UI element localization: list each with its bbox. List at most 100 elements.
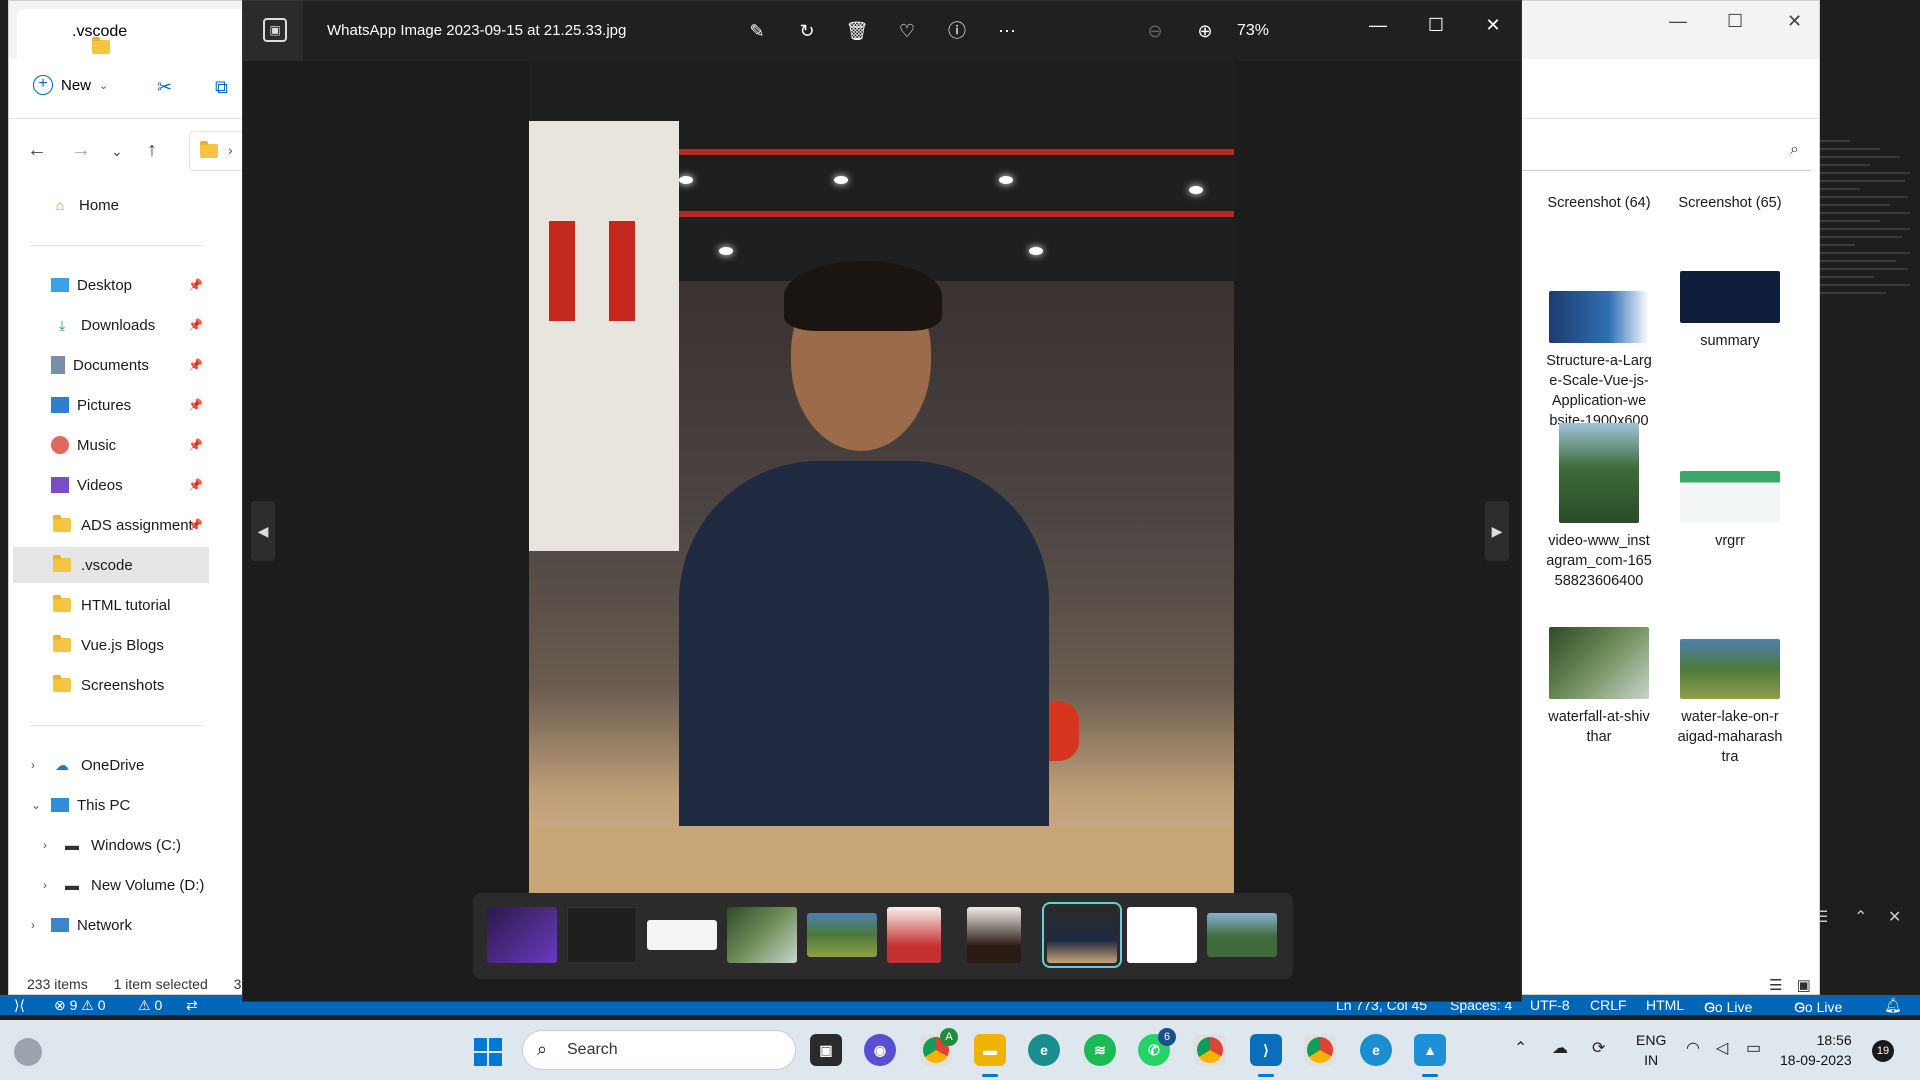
chevron-right-icon[interactable]: › — [43, 838, 47, 852]
photos-icon[interactable]: ▲ — [1414, 1034, 1446, 1066]
pin-icon[interactable]: 📌 — [188, 478, 203, 492]
task-view-icon[interactable]: ▣ — [810, 1034, 842, 1066]
search-input[interactable]: ⌕ — [1521, 131, 1811, 171]
notification-count[interactable]: 19 — [1872, 1040, 1894, 1062]
problems-indicator[interactable]: ⊗ 9 ⚠ 0 — [54, 997, 106, 1014]
sync-icon[interactable]: ⟳ — [1592, 1038, 1605, 1058]
line-ending[interactable]: CRLF — [1590, 997, 1627, 1013]
close-panel-icon[interactable]: ✕ — [1888, 907, 1901, 927]
sidebar-item-home[interactable]: ⌂ Home — [49, 187, 245, 223]
sidebar-item-pictures[interactable]: Pictures 📌 — [13, 387, 209, 423]
sidebar-item-videos[interactable]: Videos 📌 — [13, 467, 209, 503]
sidebar-item-windows-c[interactable]: › ▬ Windows (C:) — [13, 827, 209, 863]
close-icon[interactable]: ✕ — [1478, 15, 1508, 36]
maximize-panel-icon[interactable]: ⌃ — [1854, 907, 1867, 927]
up-icon[interactable]: ↑ — [147, 139, 157, 162]
sidebar-item-ads-assignment[interactable]: ADS assignment 📌 — [13, 507, 209, 543]
filmstrip-thumbnail[interactable] — [487, 907, 557, 963]
delete-icon[interactable]: 🗑︎ — [843, 17, 871, 45]
pin-icon[interactable]: 📌 — [188, 318, 203, 332]
widgets-icon[interactable] — [14, 1038, 42, 1066]
file-item[interactable]: waterfall-at-shiv thar — [1544, 627, 1654, 747]
battery-icon[interactable]: ▭ — [1746, 1038, 1761, 1058]
sidebar-item-screenshots[interactable]: Screenshots — [13, 667, 209, 703]
sidebar-item-documents[interactable]: Documents 📌 — [13, 347, 209, 383]
onedrive-icon[interactable]: ☁ — [1552, 1038, 1568, 1058]
zoom-out-icon[interactable]: ⊖ — [1141, 17, 1169, 45]
rotate-icon[interactable]: ↻ — [793, 17, 821, 45]
pin-icon[interactable]: 📌 — [188, 358, 203, 372]
chevron-up-icon[interactable]: ⌃ — [1514, 1038, 1527, 1058]
filmstrip-thumbnail[interactable] — [727, 907, 797, 963]
previous-image-button[interactable]: ◀ — [251, 501, 275, 561]
file-item[interactable]: Screenshot (64) — [1544, 193, 1654, 213]
filmstrip-thumbnail[interactable] — [887, 907, 941, 963]
edit-image-icon[interactable]: ✎ — [743, 17, 771, 45]
more-options-icon[interactable]: ⋯ — [993, 17, 1021, 45]
sidebar-item-new-volume-d[interactable]: › ▬ New Volume (D:) — [13, 867, 209, 903]
sidebar-item-this-pc[interactable]: ⌄ This PC — [13, 787, 209, 823]
sidebar-item-html-tutorial[interactable]: HTML tutorial — [13, 587, 209, 623]
zoom-level[interactable]: 73% — [1237, 22, 1269, 40]
back-icon[interactable]: ← — [27, 139, 47, 162]
close-icon[interactable]: ✕ — [1787, 11, 1802, 32]
zoom-in-icon[interactable]: ⊕ — [1191, 17, 1219, 45]
new-button[interactable]: + New ⌄ — [33, 75, 108, 95]
pin-icon[interactable]: 📌 — [188, 518, 203, 532]
file-item[interactable]: video-www_inst agram_com-165 58823606400 — [1544, 423, 1654, 591]
sidebar-item-music[interactable]: Music 📌 — [13, 427, 209, 463]
minimize-icon[interactable]: — — [1363, 15, 1393, 36]
sidebar-item-onedrive[interactable]: › ☁ OneDrive — [13, 747, 209, 783]
file-item[interactable]: summary — [1675, 271, 1785, 351]
filmstrip-thumbnail-selected[interactable] — [1042, 902, 1122, 968]
sidebar-item-desktop[interactable]: Desktop 📌 — [13, 267, 209, 303]
sidebar-item-downloads[interactable]: ⤓ Downloads 📌 — [13, 307, 209, 343]
maximize-icon[interactable]: ☐ — [1421, 15, 1451, 36]
address-bar[interactable]: › — [189, 131, 249, 171]
sidebar-item-vscode[interactable]: .vscode — [13, 547, 209, 583]
forward-icon[interactable]: → — [71, 139, 91, 162]
explorer-tab[interactable]: .vscode — [17, 9, 257, 59]
filmstrip-thumbnail[interactable] — [1127, 907, 1197, 963]
favorite-icon[interactable]: ♡ — [893, 17, 921, 45]
filmstrip-thumbnail[interactable] — [567, 907, 637, 963]
pin-icon[interactable]: 📌 — [188, 398, 203, 412]
chevron-right-icon[interactable]: › — [31, 758, 35, 772]
spotify-icon[interactable]: ≋ — [1084, 1034, 1116, 1066]
sidebar-item-vuejs-blogs[interactable]: Vue.js Blogs — [13, 627, 209, 663]
encoding[interactable]: UTF-8 — [1530, 997, 1570, 1013]
clock[interactable]: 18:56 18-09-2023 — [1780, 1030, 1852, 1070]
chevron-right-icon[interactable]: › — [43, 878, 47, 892]
filmstrip-thumbnail[interactable] — [647, 920, 717, 950]
copy-icon[interactable]: ⧉ — [215, 77, 228, 98]
volume-icon[interactable]: ◁ — [1716, 1038, 1728, 1058]
input-language[interactable]: ENG IN — [1636, 1030, 1666, 1070]
remote-icon[interactable]: ⟩⟨ — [14, 997, 25, 1014]
chrome-icon[interactable] — [1194, 1034, 1226, 1066]
pin-icon[interactable]: 📌 — [188, 438, 203, 452]
chrome-alt-profile-icon[interactable] — [1304, 1034, 1336, 1066]
chevron-down-icon[interactable]: ⌄ — [31, 798, 41, 812]
pin-icon[interactable]: 📌 — [188, 278, 203, 292]
file-item[interactable]: Structure-a-Larg e-Scale-Vue-js- Applica… — [1544, 291, 1654, 431]
tiles-view-icon[interactable]: ▣ — [1797, 977, 1811, 994]
bell-icon[interactable]: 🔔︎ — [1884, 997, 1902, 1014]
vscode-icon[interactable]: ⟩ — [1250, 1034, 1282, 1066]
edge-icon[interactable]: e — [1028, 1034, 1060, 1066]
recent-chevron-icon[interactable]: ⌄ — [111, 143, 123, 160]
language-mode[interactable]: HTML — [1646, 997, 1684, 1013]
next-image-button[interactable]: ▶ — [1485, 501, 1509, 561]
info-icon[interactable]: ⓘ — [943, 17, 971, 45]
sidebar-item-network[interactable]: › Network — [13, 907, 209, 943]
file-explorer-icon[interactable]: ▬ — [974, 1034, 1006, 1066]
edge-beta-icon[interactable]: e — [1360, 1034, 1392, 1066]
filmstrip-thumbnail[interactable] — [807, 913, 877, 957]
start-button[interactable] — [474, 1038, 502, 1066]
ports-indicator[interactable]: ⚠ 0 — [138, 997, 162, 1014]
maximize-icon[interactable]: ☐ — [1727, 11, 1743, 32]
live-share-icon[interactable]: ⇄ — [186, 997, 198, 1014]
file-item[interactable]: Screenshot (65) — [1675, 193, 1785, 213]
photos-app-icon[interactable]: ▣ — [263, 18, 287, 42]
taskbar-search[interactable]: ⌕ Search — [522, 1030, 796, 1070]
cut-icon[interactable]: ✂ — [157, 77, 172, 98]
